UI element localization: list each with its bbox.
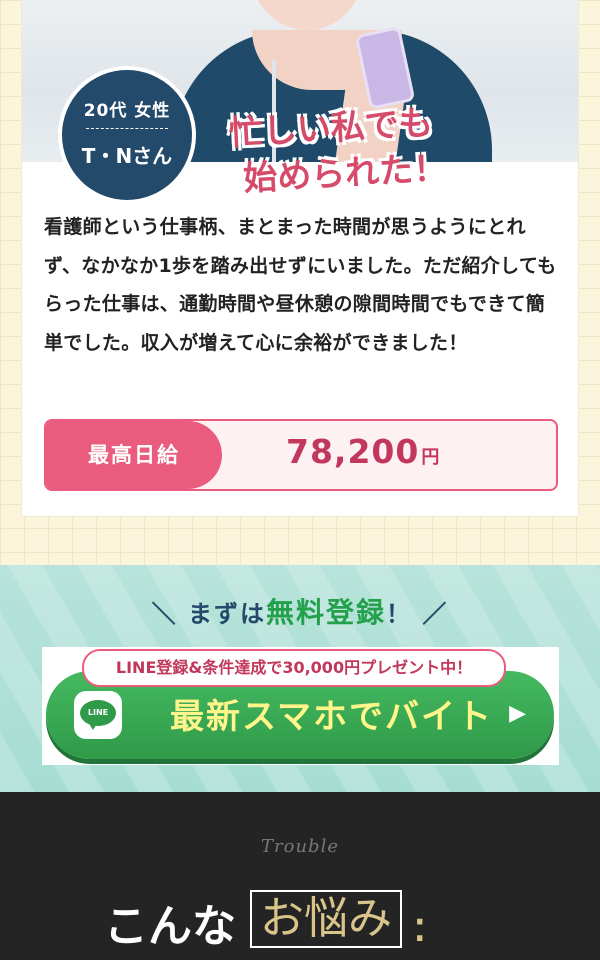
pay-label: 最高日給 (46, 421, 222, 489)
age-gender-label: 20代 女性 (83, 101, 171, 121)
testimonial-story: 看護師という仕事柄、まとまった時間が思うようにとれず、なかなか1歩を踏み出せずに… (44, 216, 557, 354)
trouble-script-label: Trouble (261, 836, 339, 857)
chevron-right-icon: ▶ (509, 701, 526, 726)
trouble-heading-boxed: お悩み (250, 890, 402, 948)
max-daily-pay: 最高日給 78,200 円 (44, 419, 558, 491)
cta-lead-highlight: 無料登録 (265, 596, 386, 629)
badge-divider (86, 128, 168, 129)
pay-value: 78,200 円 (286, 432, 441, 471)
cta-section: ＼ まずは無料登録！ ／ LINE登録&条件達成で30,000円プレゼント中！ … (0, 565, 600, 792)
trouble-heading: こんな お悩み ⁚ (104, 890, 425, 954)
cta-button-label: 最新スマホでバイト (170, 697, 493, 737)
pay-unit: 円 (421, 447, 441, 468)
cta-banner[interactable]: LINE登録&条件達成で30,000円プレゼント中！ LINE 最新スマホでバイ… (42, 647, 559, 765)
campaign-badge: LINE登録&条件達成で30,000円プレゼント中！ (82, 649, 506, 687)
cta-lead: ＼ まずは無料登録！ ／ (151, 596, 449, 629)
customer-badge: 20代 女性 T・Nさん (62, 70, 192, 200)
line-icon: LINE (74, 691, 122, 739)
testimonial-catchphrase: 忙しい私でも 始められた！ (228, 97, 492, 202)
catch-line-1: 忙しい私でも (227, 103, 434, 154)
customer-name: T・Nさん (81, 144, 173, 168)
trouble-section: Trouble こんな お悩み ⁚ (0, 792, 600, 960)
